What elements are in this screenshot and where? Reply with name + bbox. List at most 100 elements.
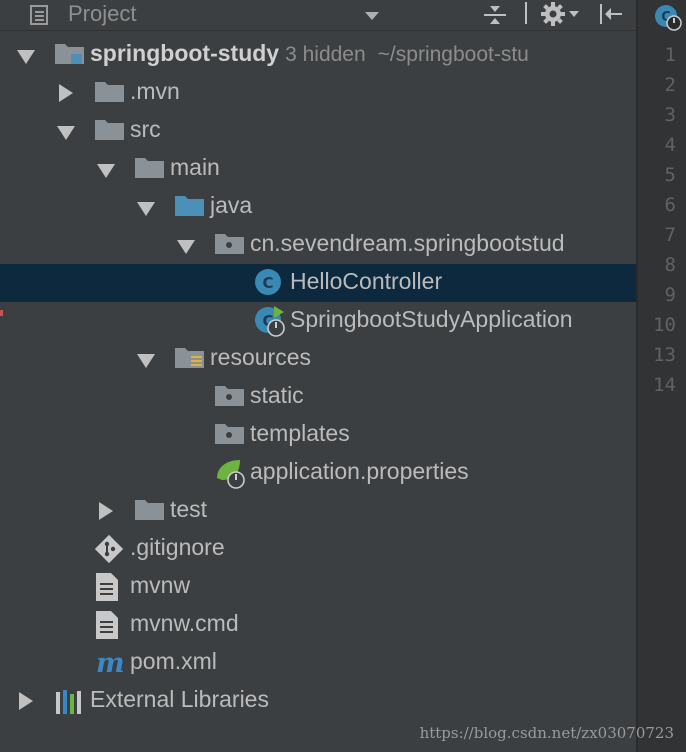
tree-row-text: pom.xml [130,648,217,674]
hide-panel-icon[interactable] [598,3,624,30]
text-file-icon [94,610,120,645]
java-class-icon: C [254,268,284,303]
tree-row-label: static [250,382,304,409]
tree-row-text: resources [210,344,311,370]
tree-row-text: HelloController [290,268,443,294]
tree-row-main[interactable]: main [0,150,636,188]
text-file-icon [94,572,120,607]
tree-row-resources[interactable]: resources [0,340,636,378]
tree-row-text: External Libraries [90,686,269,712]
tree-row-cn-sevendream-springbootstud[interactable]: cn.sevendream.springbootstud [0,226,636,264]
tree-row-label: mvnw.cmd [130,610,239,637]
resources-folder-icon [174,344,206,375]
tree-row-text: main [170,154,220,180]
tree-row-text: SpringbootStudyApplication [290,306,573,332]
chevron-down-icon[interactable] [96,163,116,184]
tree-row-external-libraries[interactable]: External Libraries [0,682,636,720]
tree-row-text: springboot-study [90,40,280,66]
tree-row-mvn[interactable]: .mvn [0,74,636,112]
tree-row-pom-xml[interactable]: m pom.xml [0,644,636,682]
package-icon [214,382,246,413]
chevron-right-icon[interactable] [58,83,74,108]
tree-row-label: .gitignore [130,534,225,561]
tree-row-label: application.properties [250,458,469,485]
chevron-down-icon[interactable] [16,49,36,70]
tree-row-label: External Libraries [90,686,269,713]
tree-row-text: cn.sevendream.springbootstud [250,230,565,256]
line-number: 5 [664,164,676,186]
tree-row-hellocontroller[interactable]: C HelloController [0,264,636,302]
panel-title[interactable]: Project [68,1,136,27]
tree-row-text: test [170,496,208,522]
tree-row-mvnw[interactable]: mvnw [0,568,636,606]
spring-boot-class-tab-icon[interactable]: C [652,2,682,37]
tree-row-text: java [210,192,253,218]
error-stripe-mark [0,310,3,316]
tree-row-test[interactable]: test [0,492,636,530]
tree-row-gitignore[interactable]: .gitignore [0,530,636,568]
chevron-down-icon[interactable] [136,353,156,374]
project-tree: springboot-study 3 hidden ~/springboot-stu… [0,31,636,752]
hidden-count-hint: 3 hidden [285,43,366,66]
tree-row-label: templates [250,420,350,447]
folder-icon [94,116,126,147]
chevron-down-icon[interactable] [176,239,196,260]
tree-row-label: main [170,154,220,181]
folder-icon [94,78,126,109]
tree-row-java[interactable]: java [0,188,636,226]
tree-row-label: pom.xml [130,648,217,675]
tree-row-text: src [130,116,161,142]
project-view-icon[interactable] [30,4,56,31]
tree-row-text: application.properties [250,458,469,484]
toolbar-separator [525,2,527,24]
svg-text:m: m [96,648,124,678]
line-number: 7 [664,224,676,246]
source-folder-icon [174,192,206,223]
tree-row-text: static [250,382,304,408]
module-folder-icon [54,40,86,71]
tree-row-text: mvnw [130,572,191,598]
collapse-all-icon[interactable] [482,2,508,33]
chevron-down-icon[interactable] [136,201,156,222]
dropdown-icon[interactable] [364,8,380,26]
line-number: 4 [664,134,676,156]
tree-row-application-properties[interactable]: application.properties [0,454,636,492]
tree-row-springbootstudyapplication[interactable]: C SpringbootStudyApplication [0,302,636,340]
line-number: 2 [664,74,676,96]
editor-gutter: C 1 2 3 4 5 6 7 8 9 10 13 14 [638,0,686,752]
tree-row-label: mvnw [130,572,190,599]
tree-row-text: templates [250,420,350,446]
tree-row-label: test [170,496,207,523]
tree-row-label: .mvn [130,78,180,105]
package-icon [214,230,246,261]
settings-gear-icon[interactable] [540,1,582,32]
tree-row-label: cn.sevendream.springbootstud [250,230,565,257]
tree-row-mvnw-cmd[interactable]: mvnw.cmd [0,606,636,644]
chevron-right-icon[interactable] [18,691,34,716]
folder-icon [134,496,166,527]
libraries-icon [54,686,86,721]
line-number: 13 [653,344,676,366]
folder-icon [134,154,166,185]
tree-row-label: SpringbootStudyApplication [290,306,573,333]
maven-file-icon: m [94,648,125,683]
line-number: 9 [664,284,676,306]
tree-row-src[interactable]: src [0,112,636,150]
tree-row-static[interactable]: static [0,378,636,416]
tree-row-label: src [130,116,161,143]
spring-boot-class-icon: C [254,306,288,343]
module-path-hint: ~/springboot-stu [377,43,529,66]
chevron-right-icon[interactable] [98,501,114,526]
tree-row-label: resources [210,344,311,371]
tree-row-label: java [210,192,252,219]
tree-row-springboot-study[interactable]: springboot-study 3 hidden ~/springboot-stu [0,36,636,74]
package-icon [214,420,246,451]
tree-row-text: mvnw.cmd [130,610,239,636]
spring-properties-icon [214,458,248,495]
tree-row-label: springboot-study 3 hidden ~/springboot-stu [90,40,529,67]
tree-row-text: .mvn [130,78,180,104]
line-number: 3 [664,104,676,126]
chevron-down-icon[interactable] [56,125,76,146]
line-number: 10 [653,314,676,336]
tree-row-templates[interactable]: templates [0,416,636,454]
